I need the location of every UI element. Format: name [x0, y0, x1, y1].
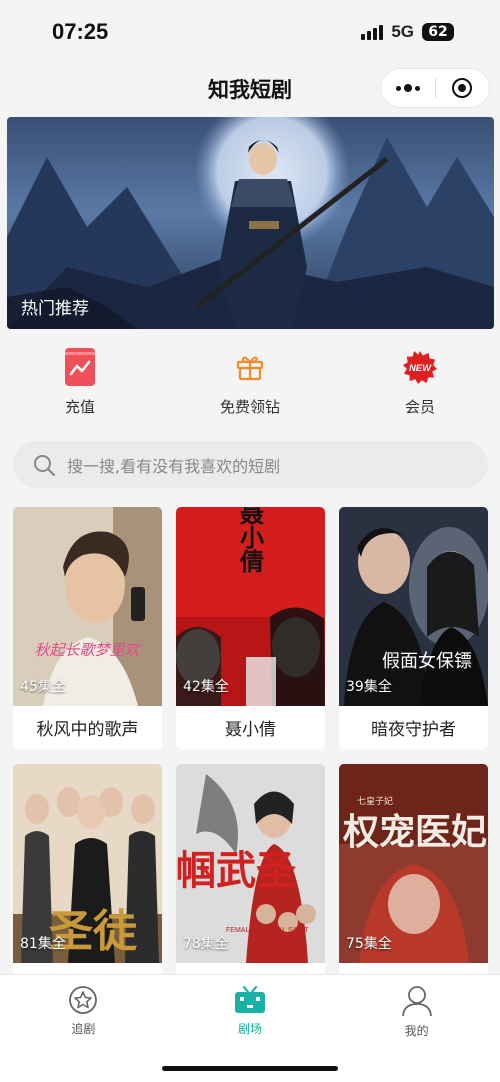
new-badge-icon: NEW: [403, 348, 437, 386]
membership-button[interactable]: NEW 会员: [368, 348, 472, 424]
episode-count: 39集全: [346, 679, 392, 695]
drama-poster: 秋起长歌梦里欢 45集全: [13, 507, 162, 706]
svg-text:权宠医妃: 权宠医妃: [342, 811, 487, 853]
status-time: 07:25: [52, 19, 109, 44]
signal-icon: [361, 24, 384, 40]
drama-grid: 秋起长歌梦里欢 45集全 秋风中的歌声 聂小倩 42集全 聂小倩 假面女保镖 3…: [13, 507, 488, 1006]
membership-label: 会员: [404, 398, 435, 416]
search-placeholder: 搜一搜,看有没有我喜欢的短剧: [67, 456, 281, 476]
svg-text:假面女保镖: 假面女保镖: [382, 651, 472, 672]
svg-text:七皇子妃: 七皇子妃: [357, 795, 393, 807]
search-icon: [34, 454, 55, 476]
drama-card[interactable]: 秋起长歌梦里欢 45集全 秋风中的歌声: [13, 507, 162, 749]
status-indicators: 5G 62: [361, 22, 454, 42]
drama-poster: 权宠医妃 七皇子妃 75集全: [339, 764, 488, 963]
drama-poster: 假面女保镖 39集全: [339, 507, 488, 706]
svg-text:FEMALE MARTIAL SAINT: FEMALE MARTIAL SAINT: [226, 927, 309, 934]
drama-card[interactable]: 聂小倩 42集全 聂小倩: [176, 507, 325, 749]
drama-card[interactable]: 巾帼武圣 FEMALE MARTIAL SAINT 78集全: [176, 764, 325, 1006]
miniprogram-capsule: [380, 68, 490, 108]
free-diamonds-button[interactable]: 免费领钻: [198, 348, 302, 424]
tab-label: 追剧: [71, 1022, 96, 1036]
close-button[interactable]: [435, 78, 489, 98]
header: 知我短剧: [0, 66, 500, 112]
status-bar: 07:25 5G 62: [0, 0, 500, 64]
episode-count: 45集全: [20, 679, 66, 695]
tab-profile[interactable]: 我的: [333, 975, 500, 1082]
tab-label: 我的: [404, 1024, 429, 1038]
svg-text:NEW: NEW: [409, 363, 432, 374]
page-title: 知我短剧: [208, 78, 292, 102]
drama-poster: 巾帼武圣 FEMALE MARTIAL SAINT 78集全: [176, 764, 325, 963]
recharge-icon: [63, 348, 97, 386]
drama-card[interactable]: 权宠医妃 七皇子妃 75集全: [339, 764, 488, 1006]
episode-count: 75集全: [346, 936, 392, 952]
episode-count: 42集全: [183, 679, 229, 695]
drama-title: 聂小倩: [225, 720, 276, 740]
battery-icon: 62: [422, 23, 454, 41]
network-type: 5G: [391, 22, 414, 41]
target-icon: [452, 78, 473, 98]
star-icon: [69, 986, 98, 1014]
drama-title: 暗夜守护者: [371, 720, 456, 740]
drama-title: 秋风中的歌声: [36, 720, 139, 740]
person-icon: [401, 986, 432, 1017]
search-bar[interactable]: 搜一搜,看有没有我喜欢的短剧: [13, 441, 488, 488]
drama-card[interactable]: 圣徒 81集全: [13, 764, 162, 1006]
drama-card[interactable]: 假面女保镖 39集全 暗夜守护者: [339, 507, 488, 749]
recharge-button[interactable]: 充值: [28, 348, 132, 424]
svg-text:秋起长歌梦里欢: 秋起长歌梦里欢: [34, 641, 141, 659]
drama-poster: 聂小倩 42集全: [176, 507, 325, 706]
quick-actions: 充值 免费领钻 NEW 会员: [0, 348, 500, 424]
episode-count: 81集全: [20, 936, 66, 952]
episode-count: 78集全: [183, 936, 229, 952]
tab-following[interactable]: 追剧: [0, 975, 167, 1082]
svg-text:聂小倩: 聂小倩: [236, 507, 265, 574]
drama-poster: 圣徒 81集全: [13, 764, 162, 963]
hero-banner[interactable]: 热门推荐: [7, 117, 494, 329]
gift-icon: [233, 348, 267, 386]
recharge-label: 充值: [64, 398, 95, 416]
tv-icon: [235, 985, 265, 1013]
more-button[interactable]: [381, 84, 435, 92]
home-indicator: [162, 1066, 338, 1071]
banner-label: 热门推荐: [21, 299, 89, 319]
free-diamonds-label: 免费领钻: [219, 398, 280, 416]
svg-text:巾帼武圣: 巾帼武圣: [176, 847, 296, 894]
tab-label: 剧场: [238, 1022, 263, 1036]
